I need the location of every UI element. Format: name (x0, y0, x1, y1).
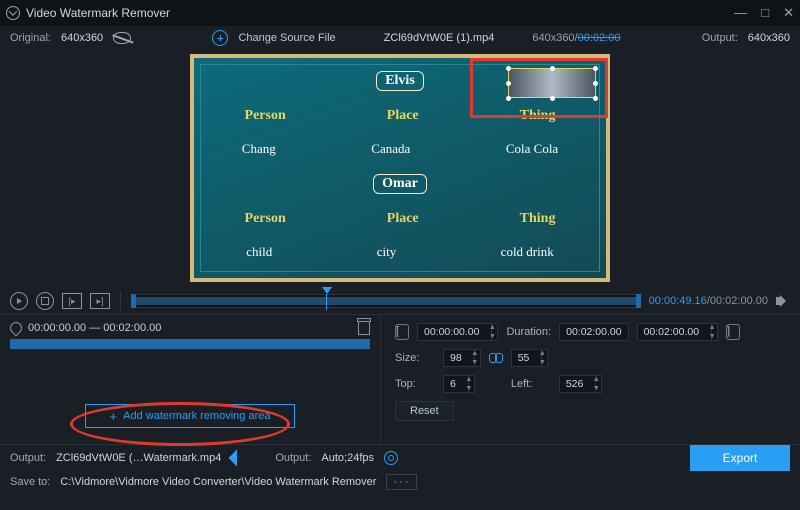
window-buttons: — □ ✕ (734, 5, 794, 21)
stop-button[interactable] (36, 292, 54, 310)
original-label: Original: (10, 32, 51, 44)
close-button[interactable]: ✕ (783, 5, 794, 21)
duration-label: Duration: (506, 326, 551, 338)
source-bar: Original: 640x360 Change Source File ZCl… (0, 26, 800, 50)
left-field[interactable]: 526▲▼ (559, 375, 603, 393)
left-label: Left: (511, 378, 551, 390)
preview-name1: Elvis (376, 71, 424, 91)
titlebar: Video Watermark Remover — □ ✕ (0, 0, 800, 26)
output-dims: 640x360 (748, 32, 790, 44)
start-time-field[interactable]: 00:00:00.00▲▼ (417, 323, 498, 341)
pin-icon (8, 320, 25, 337)
output-dims-label: Output: (702, 32, 738, 44)
footer-output: Output: ZCl69dVtW0E (…Watermark.mp4 Outp… (0, 444, 800, 470)
range-handle-left[interactable] (131, 294, 136, 308)
plus-circle-icon[interactable] (212, 30, 228, 46)
segments-panel: 00:00:00.00 — 00:02:00.00 + Add watermar… (0, 315, 380, 444)
edit-output-icon[interactable] (229, 449, 246, 466)
video-preview[interactable]: Elvis Person Place Thing Chang Canada Co… (190, 54, 610, 282)
width-field[interactable]: 98▲▼ (443, 349, 481, 367)
app-logo-icon (6, 6, 20, 20)
time-display: 00:00:49.16/00:02:00.00 (649, 295, 768, 307)
output-format-value: Auto;24fps (321, 452, 374, 464)
add-watermark-area-button[interactable]: + Add watermark removing area (85, 404, 295, 428)
old-dims: 640x360/00:02:00 (532, 32, 620, 44)
minimize-button[interactable]: — (734, 5, 747, 21)
bracket-start-button[interactable]: [ (395, 324, 409, 340)
properties-panel: [ 00:00:00.00▲▼ Duration: 00:02:00.00 00:… (380, 315, 800, 444)
visibility-toggle-icon[interactable] (113, 32, 131, 44)
transport-bar: [▸ ▸] 00:00:49.16/00:02:00.00 (0, 288, 800, 314)
top-field[interactable]: 6▲▼ (443, 375, 475, 393)
timeline-scrubber[interactable] (131, 294, 641, 308)
segment-time: 00:00:00.00 — 00:02:00.00 (28, 322, 161, 334)
preview-area: Elvis Person Place Thing Chang Canada Co… (0, 50, 800, 288)
height-field[interactable]: 55▲▼ (511, 349, 549, 367)
plus-icon: + (110, 410, 118, 423)
output-file-value: ZCl69dVtW0E (…Watermark.mp4 (56, 452, 221, 464)
browse-path-button[interactable]: ··· (386, 474, 417, 490)
reset-button[interactable]: Reset (395, 401, 454, 421)
playhead[interactable] (322, 287, 332, 310)
annotation-red-box (470, 58, 608, 118)
original-dims: 640x360 (61, 32, 103, 44)
source-filename: ZCl69dVtW0E (1).mp4 (384, 32, 495, 44)
bracket-end-button[interactable]: ] (726, 324, 740, 340)
maximize-button[interactable]: □ (761, 5, 769, 21)
delete-segment-icon[interactable] (358, 321, 370, 335)
app-title: Video Watermark Remover (26, 6, 170, 20)
mark-in-button[interactable]: [▸ (62, 293, 82, 309)
settings-icon[interactable] (384, 451, 398, 465)
export-button[interactable]: Export (690, 445, 790, 471)
preview-name2: Omar (373, 174, 427, 194)
change-source-link[interactable]: Change Source File (238, 32, 335, 44)
size-label: Size: (395, 352, 435, 364)
output-file-label: Output: (10, 452, 46, 464)
save-to-label: Save to: (10, 476, 50, 488)
mark-out-button[interactable]: ▸] (90, 293, 110, 309)
duration-field[interactable]: 00:02:00.00 (559, 323, 628, 341)
range-handle-right[interactable] (636, 294, 641, 308)
end-time-field[interactable]: 00:02:00.00▲▼ (637, 323, 718, 341)
save-path: C:\Vidmore\Vidmore Video Converter\Video… (60, 476, 376, 488)
top-label: Top: (395, 378, 435, 390)
link-aspect-icon[interactable] (489, 353, 503, 363)
segment-bar[interactable] (10, 339, 370, 349)
output-format-label: Output: (275, 452, 311, 464)
play-button[interactable] (10, 292, 28, 310)
volume-icon[interactable] (776, 295, 790, 307)
footer-save: Save to: C:\Vidmore\Vidmore Video Conver… (0, 470, 800, 494)
